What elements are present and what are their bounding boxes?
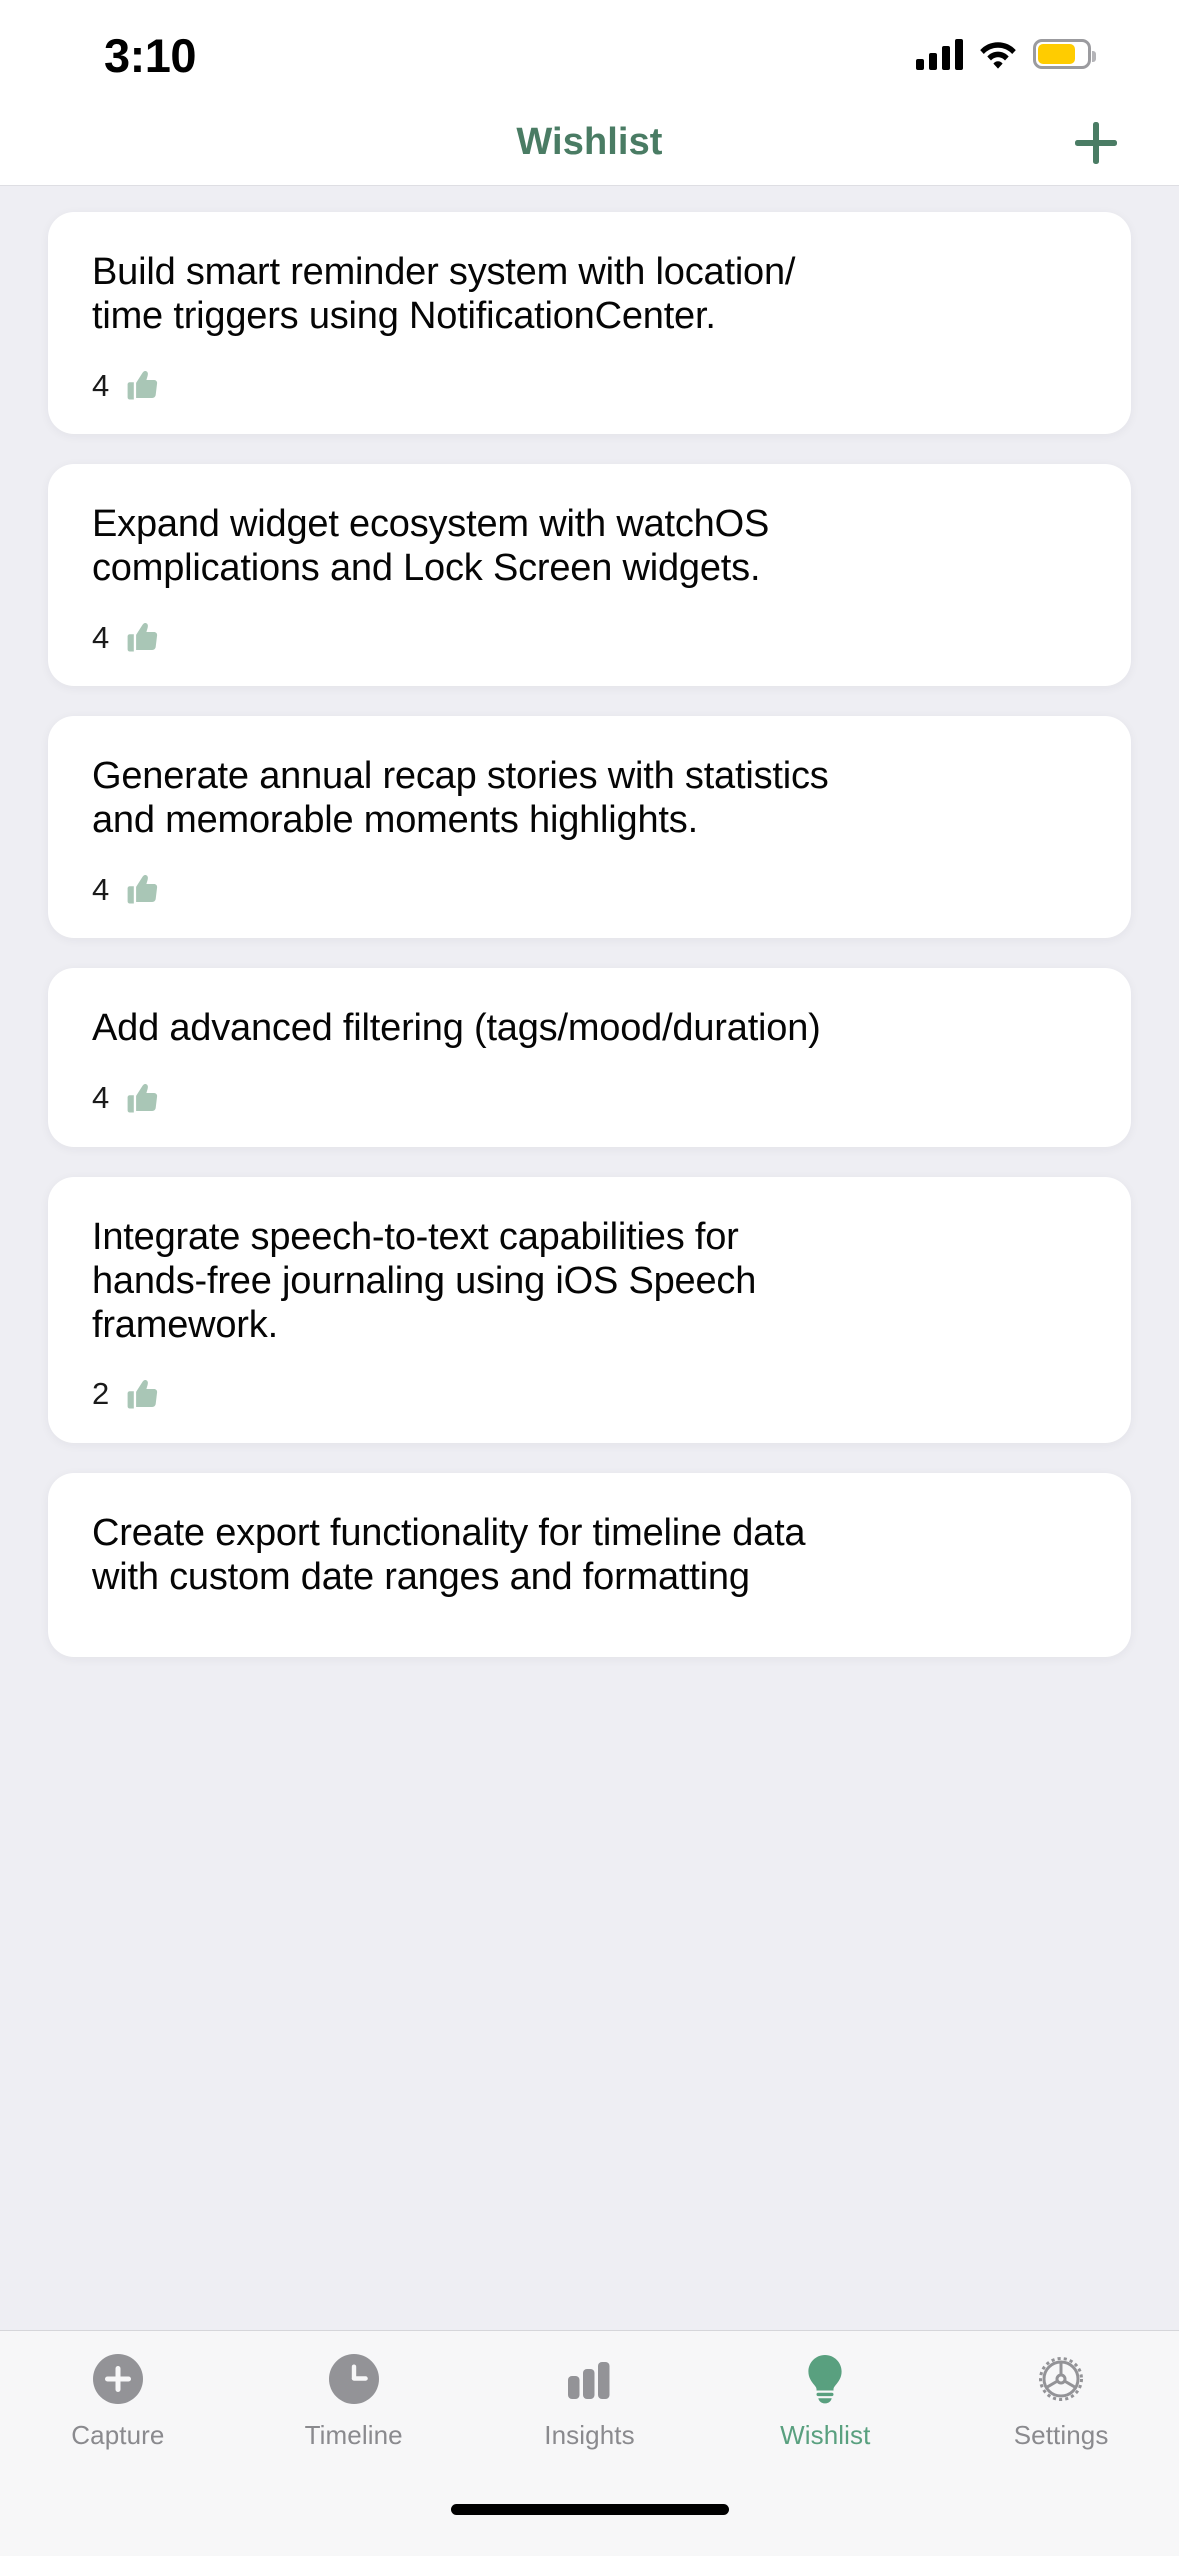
thumbs-up-icon[interactable] bbox=[123, 870, 161, 908]
wishlist-list[interactable]: Build smart reminder system with locatio… bbox=[0, 186, 1179, 2330]
app-screen: 3:10 Wishlist Build smart reminder syste… bbox=[0, 0, 1179, 2556]
vote-row[interactable]: 4 bbox=[92, 618, 1087, 656]
status-bar-indicators bbox=[916, 34, 1096, 74]
page-title: Wishlist bbox=[516, 121, 663, 163]
wishlist-card[interactable]: Build smart reminder system with locatio… bbox=[48, 212, 1131, 435]
vote-count: 4 bbox=[92, 871, 110, 907]
wishlist-card[interactable]: Integrate speech-to-text capabilities fo… bbox=[48, 1176, 1131, 1443]
thumbs-up-icon[interactable] bbox=[123, 366, 161, 404]
vote-row[interactable]: 2 bbox=[92, 1375, 1087, 1413]
tab-label: Settings bbox=[1013, 2420, 1109, 2450]
tab-label: Insights bbox=[544, 2420, 635, 2450]
tab-wishlist[interactable]: Wishlist bbox=[707, 2351, 943, 2451]
vote-row[interactable]: 4 bbox=[92, 870, 1087, 908]
thumbs-up-icon[interactable] bbox=[123, 1079, 161, 1117]
gear-icon bbox=[1033, 2351, 1089, 2407]
wishlist-card-text: Expand widget ecosystem with watchOS com… bbox=[92, 503, 770, 590]
plus-circle-icon bbox=[90, 2351, 146, 2407]
tab-settings[interactable]: Settings bbox=[943, 2351, 1179, 2451]
clock-circle-icon bbox=[326, 2351, 382, 2407]
status-bar-time: 3:10 bbox=[104, 29, 197, 82]
navigation-bar: Wishlist bbox=[0, 100, 1179, 186]
wishlist-card[interactable]: Create export functionality for timeline… bbox=[48, 1472, 1131, 1657]
wishlist-card[interactable]: Expand widget ecosystem with watchOS com… bbox=[48, 464, 1131, 687]
tab-label: Capture bbox=[71, 2420, 165, 2450]
wishlist-card-text: Add advanced filtering (tags/mood/durati… bbox=[92, 1007, 821, 1050]
vote-count: 4 bbox=[92, 1080, 110, 1116]
home-indicator[interactable] bbox=[450, 2504, 729, 2515]
bar-chart-icon bbox=[561, 2351, 617, 2407]
vote-row[interactable]: 4 bbox=[92, 366, 1087, 404]
wishlist-card-text: Build smart reminder system with locatio… bbox=[92, 251, 796, 338]
plus-icon bbox=[1075, 121, 1117, 164]
thumbs-up-icon[interactable] bbox=[123, 618, 161, 656]
vote-count: 4 bbox=[92, 367, 110, 403]
add-wishlist-item-button[interactable] bbox=[1061, 108, 1131, 178]
wishlist-card[interactable]: Generate annual recap stories with stati… bbox=[48, 716, 1131, 939]
wishlist-card-text: Generate annual recap stories with stati… bbox=[92, 755, 829, 842]
lightbulb-icon bbox=[797, 2351, 853, 2407]
vote-row[interactable]: 4 bbox=[92, 1079, 1087, 1117]
vote-count: 4 bbox=[92, 619, 110, 655]
tab-capture[interactable]: Capture bbox=[0, 2351, 236, 2451]
home-indicator-area bbox=[0, 2486, 1179, 2556]
wishlist-card[interactable]: Add advanced filtering (tags/mood/durati… bbox=[48, 968, 1131, 1147]
tab-label: Wishlist bbox=[780, 2420, 871, 2450]
cellular-signal-icon bbox=[916, 38, 963, 70]
tab-label: Timeline bbox=[304, 2420, 403, 2450]
wifi-icon bbox=[979, 39, 1017, 69]
status-bar: 3:10 bbox=[0, 0, 1179, 100]
tab-insights[interactable]: Insights bbox=[472, 2351, 708, 2451]
vote-count: 2 bbox=[92, 1376, 110, 1412]
tab-bar: Capture Timeline Insights Wishlist Setti… bbox=[0, 2330, 1179, 2486]
wishlist-card-text: Integrate speech-to-text capabilities fo… bbox=[92, 1215, 757, 1346]
tab-timeline[interactable]: Timeline bbox=[236, 2351, 472, 2451]
thumbs-up-icon[interactable] bbox=[123, 1375, 161, 1413]
battery-icon bbox=[1033, 39, 1096, 69]
wishlist-card-text: Create export functionality for timeline… bbox=[92, 1511, 806, 1598]
battery-fill bbox=[1038, 44, 1076, 64]
